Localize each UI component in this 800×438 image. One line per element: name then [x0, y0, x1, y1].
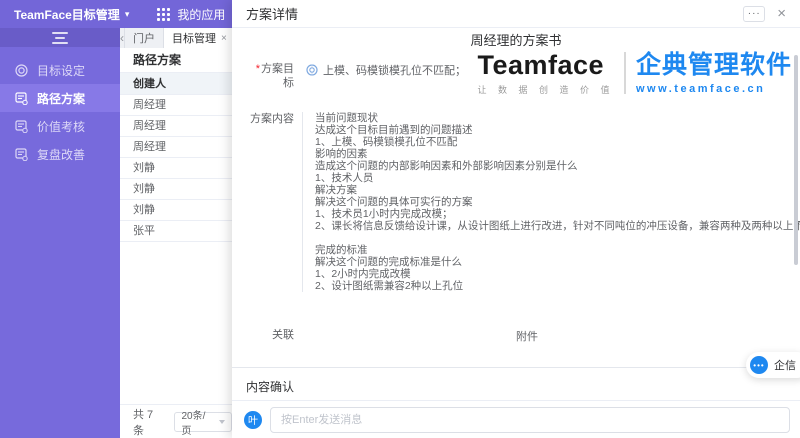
- drawer-header: 方案详情 ··· ×: [232, 0, 800, 28]
- user-avatar: 叶: [244, 410, 262, 429]
- apps-grid-icon[interactable]: [157, 7, 171, 21]
- goal-value-link[interactable]: 上模、码模锁模孔位不匹配；: [306, 62, 466, 78]
- document-title: 周经理的方案书: [470, 33, 562, 48]
- message-input[interactable]: [270, 406, 790, 433]
- content-line: 完成的标准: [315, 244, 368, 256]
- teamface-logo: Teamface 让 数 据 创 造 价 值 企典管理软件 www.teamfa…: [477, 50, 792, 96]
- content-line: 1、上模、码模锁模孔位不匹配: [315, 136, 458, 148]
- content-line: 达成这个目标目前遇到的问题描述: [315, 124, 473, 136]
- vertical-scrollbar[interactable]: [794, 55, 798, 265]
- sidebar-item-label: 路径方案: [37, 91, 86, 106]
- plan-content-textarea[interactable]: 当前问题现状 达成这个目标目前遇到的问题描述 1、上模、码模锁模孔位不匹配 影响的因素…: [302, 112, 800, 292]
- comment-bar: 叶: [232, 400, 800, 438]
- relation-label: 关联: [272, 329, 294, 341]
- logo-divider: [623, 52, 626, 94]
- list-title: 路径方案: [120, 48, 232, 73]
- plan-detail-drawer: 方案详情 ··· × 周经理的方案书 Teamface 让 数 据 创 造 价 …: [232, 0, 800, 438]
- logo-product-name: 企典管理软件: [635, 51, 792, 79]
- record-list-panel: ‹ 门户 目标管理 × 路径方案 创建人 周经理 周经理 周经理 刘静 刘静 刘静 张平 共…: [120, 28, 236, 438]
- sidebar-item-goal-setting[interactable]: 目标设定: [0, 56, 120, 84]
- content-line: 1、技术人员: [315, 172, 374, 184]
- review-doc-icon: [15, 147, 28, 161]
- content-line: 解决方案: [315, 184, 357, 196]
- goal-target-icon: [306, 64, 318, 76]
- table-row[interactable]: 刘静: [120, 179, 232, 200]
- logo-wordmark: Teamface: [477, 50, 605, 80]
- total-count: 共 7 条: [133, 408, 154, 437]
- tab-portal[interactable]: 门户: [124, 28, 163, 48]
- sidebar-item-path-plan[interactable]: 路径方案: [0, 84, 120, 112]
- content-line: 造成这个问题的内部影响因素和外部影响因素分别是什么: [315, 160, 578, 172]
- chevron-down-icon: [219, 419, 225, 424]
- table-row[interactable]: 周经理: [120, 116, 232, 137]
- content-line: 影响的因素: [315, 148, 368, 160]
- content-line: 2、设计图纸需兼容2种以上孔位: [315, 280, 464, 292]
- tab-goal-management[interactable]: 目标管理 ×: [163, 28, 235, 48]
- content-line: [315, 232, 800, 244]
- qixin-floating-button[interactable]: ••• 企信: [746, 352, 800, 378]
- sidebar-item-value-assessment[interactable]: 价值考核: [0, 112, 120, 140]
- content-line: 当前问题现状: [315, 112, 378, 124]
- sidebar-menu: 目标设定 路径方案 价值考核 复盘改善: [0, 56, 120, 168]
- page-size-select[interactable]: 20条/页: [174, 411, 232, 437]
- sidebar-item-review-improve[interactable]: 复盘改善: [0, 140, 120, 168]
- sidebar: 目标设定 路径方案 价值考核 复盘改善: [0, 28, 120, 438]
- target-icon: [15, 63, 28, 77]
- relation-attachment-row: 关联 附件: [232, 328, 800, 344]
- goal-field-label: *方案目标: [255, 63, 294, 89]
- qixin-label: 企信: [774, 360, 796, 372]
- assess-doc-icon: [15, 119, 28, 133]
- table-row[interactable]: 刘静: [120, 158, 232, 179]
- more-actions-button[interactable]: ···: [743, 5, 766, 22]
- content-field-row: 方案内容 当前问题现状 达成这个目标目前遇到的问题描述 1、上模、码模锁模孔位不匹配…: [232, 112, 800, 292]
- table-row[interactable]: 刘静: [120, 200, 232, 221]
- sidebar-item-label: 价值考核: [37, 119, 86, 134]
- caret-down-icon: ▾: [124, 8, 130, 19]
- tab-label: 目标管理: [172, 33, 216, 45]
- logo-website: www.teamface.cn: [635, 83, 766, 95]
- table-row[interactable]: 周经理: [120, 95, 232, 116]
- attachment-label: 附件: [516, 331, 538, 343]
- content-line: 解决这个问题的具体可实行的方案: [315, 196, 473, 208]
- content-line: 1、技术员1小时内完成改模；: [315, 208, 453, 220]
- pagination-bar: 共 7 条 20条/页: [120, 404, 232, 438]
- page-size-value: 20条/页: [181, 410, 206, 437]
- plan-doc-icon: [15, 91, 28, 105]
- goal-value-text: 上模、码模锁模孔位不匹配；: [323, 65, 466, 77]
- tab-label: 门户: [133, 33, 155, 45]
- record-rows: 周经理 周经理 周经理 刘静 刘静 刘静 张平: [120, 95, 232, 242]
- tab-strip: ‹ 门户 目标管理 ×: [120, 28, 236, 48]
- chat-bubble-icon: •••: [750, 356, 768, 374]
- content-field-label: 方案内容: [250, 113, 294, 125]
- sidebar-item-label: 复盘改善: [37, 147, 86, 162]
- table-row[interactable]: 张平: [120, 221, 232, 242]
- tab-close-icon[interactable]: ×: [221, 33, 227, 44]
- close-icon[interactable]: ×: [777, 5, 786, 22]
- app-switcher[interactable]: TeamFace目标管理 ▾: [14, 6, 129, 23]
- content-confirm-section-title: 内容确认: [246, 380, 295, 394]
- my-apps-button[interactable]: 我的应用: [177, 6, 225, 23]
- content-line: 1、2小时内完成改模: [315, 268, 411, 280]
- content-line: 2、课长将信息反馈给设计课，从设计图纸上进行改进，针对不同吨位的冲压设备，兼容两…: [315, 220, 800, 232]
- sidebar-item-label: 目标设定: [37, 63, 86, 78]
- logo-slogan: 让 数 据 创 造 价 值: [477, 85, 614, 95]
- drawer-title: 方案详情: [246, 7, 299, 22]
- sidebar-collapse-button[interactable]: [0, 28, 120, 47]
- menu-collapse-icon: [52, 31, 68, 44]
- app-title: TeamFace目标管理: [14, 7, 120, 22]
- content-line: 解决这个问题的完成标准是什么: [315, 256, 462, 268]
- table-row[interactable]: 周经理: [120, 137, 232, 158]
- column-header-creator: 创建人: [120, 73, 232, 95]
- required-asterisk: *: [255, 63, 260, 75]
